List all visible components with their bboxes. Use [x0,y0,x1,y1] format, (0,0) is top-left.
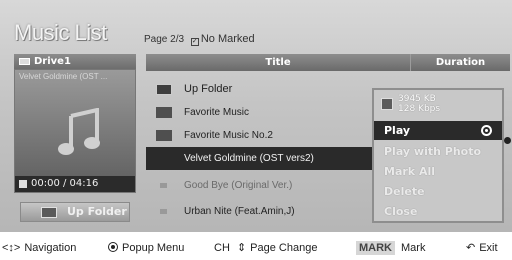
back-arrow-icon: ↶ [466,242,476,254]
key-guide: <↕> Navigation Popup Menu CH ⇕ Page Change… [0,236,512,260]
ch-up-down-icon: ⇕ [236,242,247,254]
list-item-label: Urban Nite (Feat.Amin,J) [184,206,295,217]
list-item-label: Up Folder [184,83,233,95]
folder-icon [156,107,172,118]
popup-item-play-with-photo[interactable]: Play with Photo [374,142,502,161]
stop-icon [19,180,27,188]
guide-popup-menu-label: Popup Menu [122,242,185,254]
popup-item-label: Play [384,124,411,137]
marked-status: No Marked [200,33,255,45]
ok-button-icon [108,242,118,252]
drive-label: Drive1 [34,56,71,67]
guide-navigation-label: Navigation [24,242,77,254]
guide-mark: MARK Mark [356,236,425,260]
playback-time: 00:00 / 04:16 [15,176,135,192]
up-folder-icon [156,84,172,95]
music-list-screen: Music List Page 2/3 ✓ No Marked Drive1 Ve… [0,0,512,232]
guide-page-change: CH ⇕ Page Change [214,236,317,260]
file-icon [381,98,393,110]
guide-mark-label: Mark [401,242,426,254]
popup-item-delete[interactable]: Delete [374,182,502,201]
list-item[interactable]: Favorite Music No.2 [146,124,372,147]
popup-item-play[interactable]: Play [374,121,502,140]
page-number: Page 2/3 [144,34,185,45]
list-item[interactable]: Favorite Music [146,101,372,124]
popup-item-label: Close [384,205,418,218]
music-note-icon [58,108,100,155]
guide-exit: ↶ Exit [466,236,498,260]
ch-label: CH [214,242,230,254]
file-size: 3945 KB [398,94,436,104]
popup-item-mark-all[interactable]: Mark All [374,162,502,181]
selected-radio-icon [481,125,492,136]
guide-page-change-label: Page Change [250,242,318,254]
page-title: Music List [14,20,107,45]
column-title[interactable]: Title [146,54,410,71]
popup-item-close[interactable]: Close [374,202,502,221]
up-folder-button[interactable]: Up Folder [20,202,130,222]
list-item-label: Favorite Music [184,107,250,118]
file-bitrate: 128 Kbps [398,104,441,114]
folder-icon [156,130,172,141]
column-duration[interactable]: Duration [410,54,510,71]
navigation-arrows-icon: <↕> [2,242,21,254]
preview-panel: Drive1 Velvet Goldmine (OST ... 00:00 / … [14,54,136,232]
now-playing-title: Velvet Goldmine (OST ... [19,72,108,81]
popup-item-label: Delete [384,185,425,198]
popup-item-label: Mark All [384,165,435,178]
list-item-label: Velvet Goldmine (OST vers2) [184,153,314,164]
checkbox-icon: ✓ [190,38,199,46]
music-file-icon [160,183,167,188]
playback-time-text: 00:00 / 04:16 [31,178,99,189]
popup-item-label: Play with Photo [384,145,482,158]
guide-popup-menu: Popup Menu [108,236,184,260]
list-item-label: Good Bye (Original Ver.) [184,180,293,191]
list-item-selected[interactable]: Velvet Goldmine (OST vers2) [146,147,372,170]
scroll-indicator [504,137,511,144]
page-info: Page 2/3 ✓ No Marked [144,33,255,46]
music-file-icon [160,209,167,214]
guide-exit-label: Exit [479,242,498,254]
list-item-label: Favorite Music No.2 [184,130,273,141]
mark-key-icon: MARK [356,241,395,255]
drive-bar: Drive1 [14,54,136,69]
list-item[interactable]: Good Bye (Original Ver.) [146,174,372,197]
drive-icon [19,58,30,65]
list-item-up-folder[interactable]: Up Folder [146,78,372,101]
up-folder-button-label: Up Folder [67,205,127,218]
music-thumbnail: Velvet Goldmine (OST ... 00:00 / 04:16 [14,69,136,193]
popup-menu: 3945 KB 128 Kbps Play Play with Photo Ma… [372,88,504,223]
list-item[interactable]: Urban Nite (Feat.Amin,J) [146,200,372,223]
up-folder-icon [41,207,57,218]
guide-navigation: <↕> Navigation [2,236,76,260]
list-header: Title Duration [146,54,510,71]
file-info: 3945 KB 128 Kbps [374,90,502,120]
